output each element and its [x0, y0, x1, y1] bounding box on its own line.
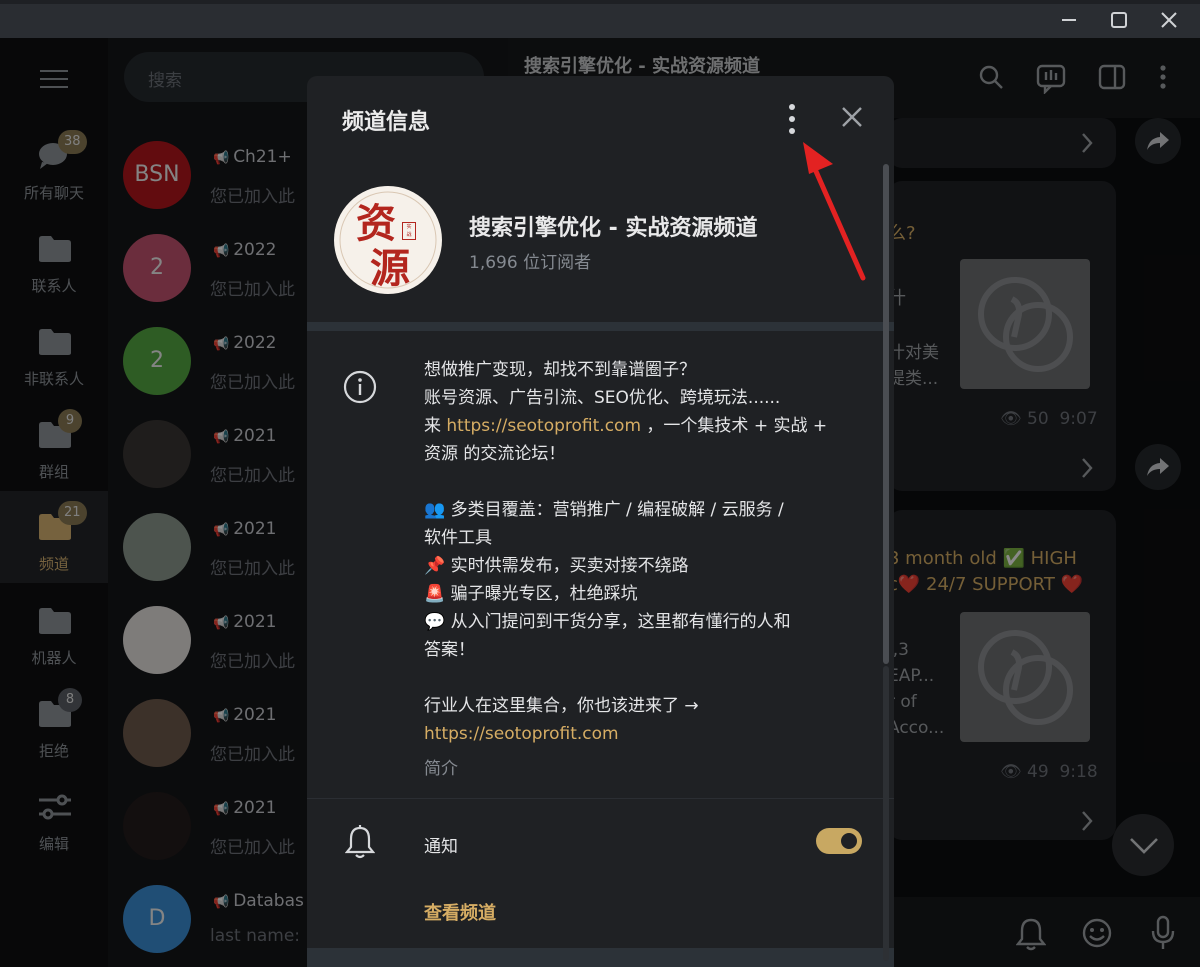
minimize-button[interactable] — [1046, 6, 1092, 34]
description-line: 想做推广变现，却找不到靠谱圈子？ — [424, 360, 696, 380]
description-line: 软件工具 — [424, 528, 492, 548]
close-icon — [1161, 12, 1177, 28]
description-line: 答案！ — [424, 640, 475, 660]
website-link[interactable]: https://seotoprofit.com — [446, 416, 641, 436]
more-options-icon[interactable] — [783, 102, 803, 136]
info-icon — [343, 370, 377, 404]
description-line: 👥 多类目覆盖：营销推广 / 编程破解 / 云服务 / — [424, 500, 784, 520]
notification-toggle[interactable] — [816, 828, 862, 854]
subscriber-count: 1,696 位订阅者 — [469, 253, 592, 273]
maximize-button[interactable] — [1096, 6, 1142, 34]
description-line: 账号资源、广告引流、SEO优化、跨境玩法...... — [424, 388, 781, 408]
channel-name: 搜索引擎优化 - 实战资源频道 — [469, 216, 758, 241]
description-text: 来 — [424, 416, 447, 436]
close-icon[interactable] — [839, 104, 865, 130]
red-arrow-annotation — [803, 142, 866, 281]
maximize-icon — [1111, 12, 1127, 28]
description-line: 📌 实时供需发布，买卖对接不绕路 — [424, 556, 689, 576]
close-window-button[interactable] — [1146, 6, 1192, 34]
notification-label: 通知 — [424, 837, 458, 857]
description-line: 🚨 骗子曝光专区，杜绝踩坑 — [424, 584, 638, 604]
description-line: 来 https://seotoprofit.com ，一个集技术 + 实战 + — [424, 412, 864, 440]
section-divider — [307, 322, 894, 331]
view-channel-button[interactable]: 查看频道 — [424, 899, 496, 925]
bell-icon — [345, 825, 375, 859]
scrollbar-track[interactable] — [883, 666, 889, 961]
description-line: 行业人在这里集合，你也该进来了 → — [424, 696, 699, 716]
description-label: 简介 — [424, 759, 458, 779]
telegram-window: 38 所有聊天 联系人 非联系人 9 群组 21 频道 机器人 8 拒绝 编辑 … — [0, 0, 1200, 967]
separator — [307, 798, 894, 799]
scrollbar-thumb[interactable] — [883, 164, 889, 664]
description-line: 💬 从入门提问到干货分享，这里都有懂行的人和 — [424, 612, 791, 632]
website-link[interactable]: https://seotoprofit.com — [424, 720, 864, 748]
avatar-char: 源 — [370, 245, 410, 292]
description-spacer — [424, 468, 864, 496]
minimize-icon — [1062, 19, 1076, 21]
description-spacer — [424, 664, 864, 692]
channel-description: 想做推广变现，却找不到靠谱圈子？ 账号资源、广告引流、SEO优化、跨境玩法...… — [424, 356, 864, 748]
description-text: ，一个集技术 + 实战 + — [641, 416, 828, 436]
dialog-title: 频道信息 — [342, 110, 431, 135]
section-divider — [307, 948, 894, 967]
toggle-knob — [839, 831, 859, 851]
title-bar — [0, 0, 1200, 38]
description-line: 资源 的交流论坛！ — [424, 444, 566, 464]
title-bar-edge — [0, 0, 1200, 4]
channel-avatar[interactable]: 资 实战 源 — [334, 186, 442, 294]
